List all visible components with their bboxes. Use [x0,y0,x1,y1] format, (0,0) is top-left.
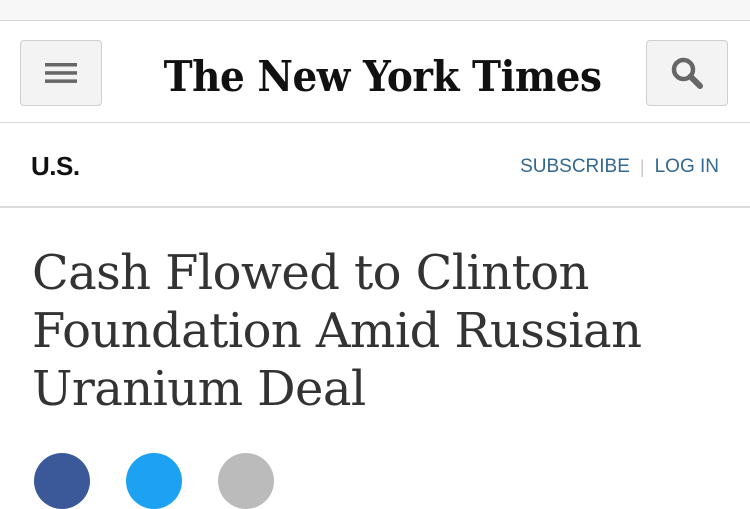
hamburger-menu-icon [45,63,77,83]
link-separator: | [639,156,645,177]
masthead: The New York Times [0,21,750,123]
menu-button[interactable] [20,40,102,106]
top-browser-strip [0,0,750,21]
facebook-share-button[interactable] [34,453,90,509]
login-link[interactable]: LOG IN [655,156,719,178]
subscribe-link[interactable]: SUBSCRIBE [520,156,630,178]
section-name[interactable]: U.S. [31,151,80,182]
nyt-logo[interactable]: The New York Times [150,47,615,107]
article-headline: Cash Flowed to Clinton Foundation Amid R… [32,245,642,417]
twitter-share-button[interactable] [126,453,182,509]
search-icon [671,57,703,89]
email-share-button[interactable] [218,453,274,509]
section-bar: U.S. SUBSCRIBE | LOG IN [0,123,750,208]
logo-text: The New York Times [163,52,602,102]
account-links: SUBSCRIBE | LOG IN [520,156,719,178]
search-button[interactable] [646,40,728,106]
